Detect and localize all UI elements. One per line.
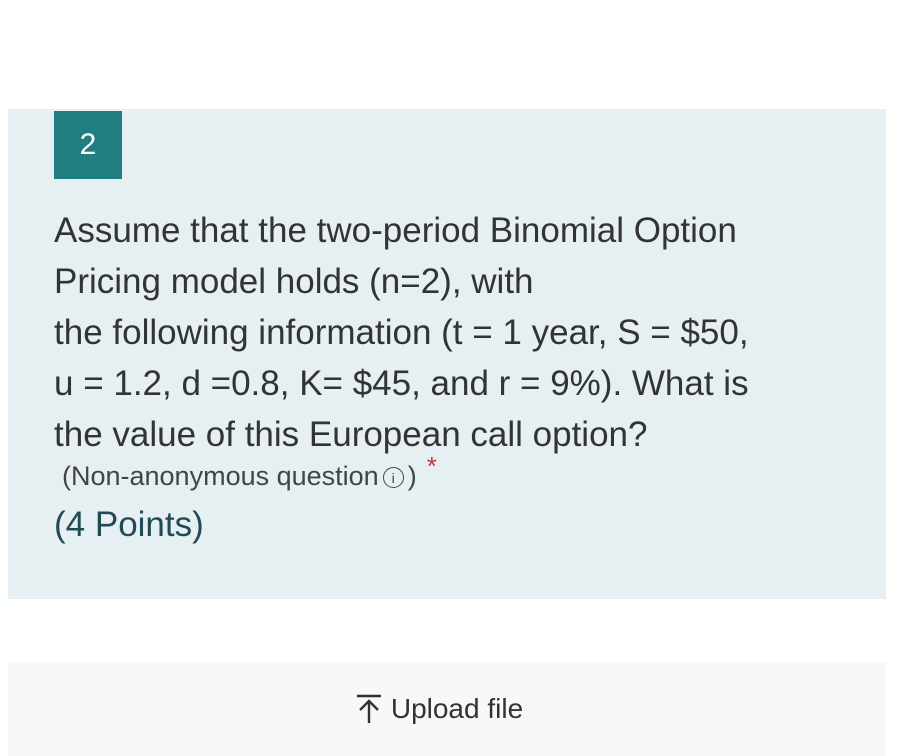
non-anonymous-label: (Non-anonymous question — [62, 461, 379, 491]
question-text-line: Pricing model holds (n=2), with — [54, 262, 534, 301]
non-anonymous-close: ) — [407, 461, 417, 491]
question-points: (4 Points) — [54, 505, 204, 544]
upload-file-button[interactable]: Upload file — [8, 662, 886, 756]
question-card: 2 Assume that the two-period Binomial Op… — [8, 109, 886, 599]
upload-arrow-icon — [356, 694, 381, 723]
required-marker: * — [426, 451, 437, 481]
question-text-line: u = 1.2, d =0.8, K= $45, and r = 9%). Wh… — [54, 364, 749, 403]
question-text-line: the following information (t = 1 year, S… — [54, 313, 749, 352]
question-text: Assume that the two-period Binomial Opti… — [54, 205, 854, 460]
question-text-line: Assume that the two-period Binomial Opti… — [54, 211, 737, 250]
non-anonymous-note: (Non-anonymous question i ) * — [62, 451, 437, 492]
upload-file-label: Upload file — [390, 693, 524, 724]
info-icon[interactable]: i — [382, 467, 404, 488]
upload-file-content: Upload file — [355, 693, 523, 725]
question-number-badge: 2 — [54, 111, 122, 179]
question-text-line: the value of this European call option? — [54, 415, 648, 454]
